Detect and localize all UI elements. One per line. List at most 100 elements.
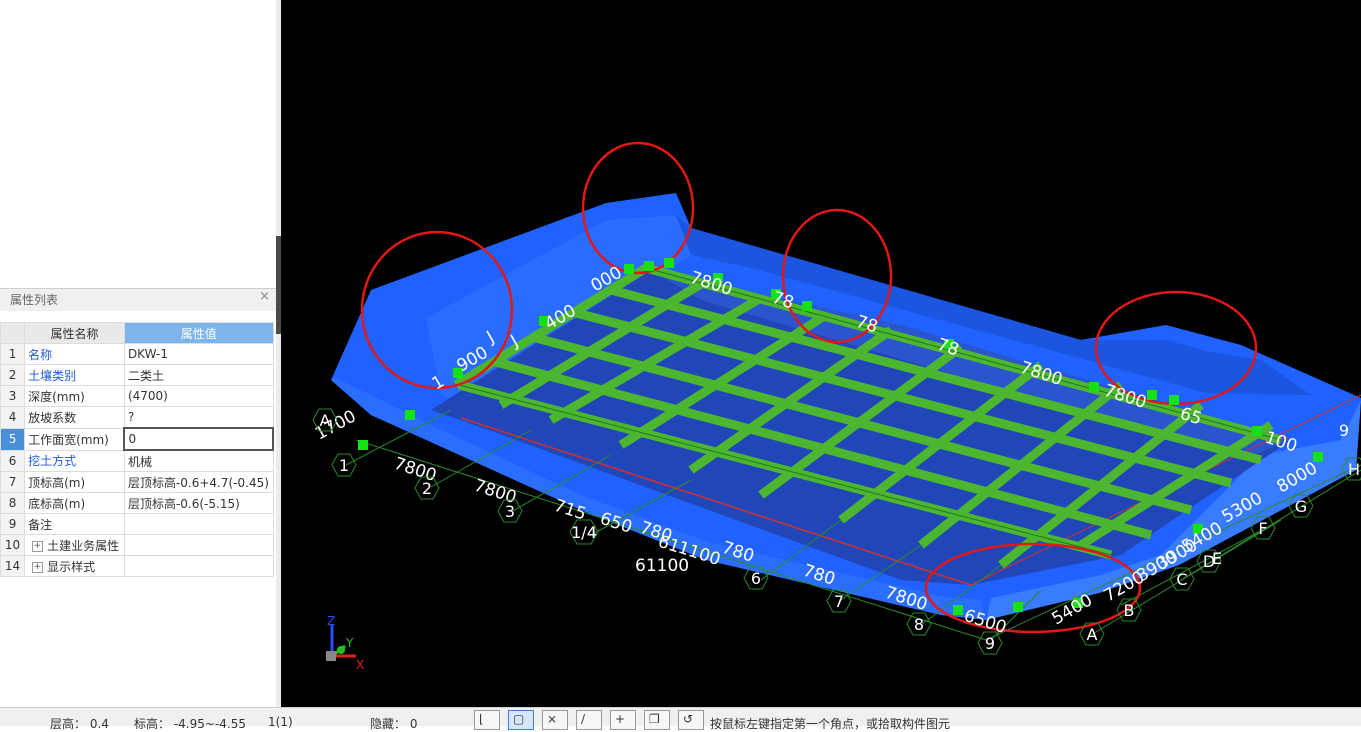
property-name-text: 工作面宽(mm) — [28, 432, 109, 447]
axis-bubble: E — [1212, 549, 1222, 568]
property-name-text: 显示样式 — [47, 559, 96, 574]
axis-bubble: C — [1169, 567, 1195, 591]
svg-text:9: 9 — [1339, 421, 1349, 440]
svg-text:1: 1 — [339, 456, 349, 475]
command-hint: 按鼠标左键指定第一个角点，或拾取构件图元 — [710, 717, 951, 731]
property-value[interactable]: 机械 — [123, 449, 274, 472]
property-name-text: 挖土方式 — [28, 454, 77, 469]
rotate-button[interactable]: ↺ — [678, 710, 704, 730]
property-panel: 属性列表 × 属性名称 属性值 1 名称 DKW-1 2 土壤类别 二类土 3 深度(mm) (… — [0, 288, 276, 708]
property-value[interactable]: 二类土 — [123, 364, 274, 386]
property-value-header: 属性值 — [123, 322, 274, 344]
property-name-text: 土建业务属性 — [47, 538, 120, 553]
elevation-readout: 标高： -4.95~-4.55 — [134, 717, 246, 731]
row-number: 1 — [0, 343, 26, 365]
add-dropdown-button[interactable]: + — [610, 710, 636, 730]
copy-icon: ❐ — [649, 712, 660, 726]
property-row[interactable]: 5 工作面宽(mm) 0 — [0, 427, 274, 451]
svg-text:2: 2 — [422, 479, 432, 498]
axis-bubble: B — [1116, 598, 1142, 622]
svg-text:B: B — [1124, 601, 1135, 620]
property-value[interactable] — [123, 534, 274, 556]
pit-3d-model[interactable]: 1700 7800 7800 715 650 780 61 1100 61100… — [281, 0, 1361, 707]
property-name-text: 顶标高(m) — [28, 475, 86, 490]
line-tool-button[interactable]: ∕ — [576, 710, 602, 730]
cross-select-icon: ⨯ — [547, 712, 558, 726]
copy-button[interactable]: ❐ — [644, 710, 670, 730]
property-name-header: 属性名称 — [24, 322, 125, 344]
expand-icon[interactable]: + — [32, 561, 44, 573]
property-panel-title: 属性列表 — [10, 293, 59, 307]
property-table-header: 属性名称 属性值 — [0, 322, 274, 344]
svg-text:E: E — [1212, 549, 1222, 568]
svg-text:G: G — [1295, 497, 1307, 516]
box-select-icon: ▢ — [513, 712, 525, 726]
y-axis-label: Y — [345, 636, 354, 650]
svg-text:F: F — [1258, 519, 1267, 538]
property-value[interactable]: 层顶标高-0.6+4.7(-0.45) — [123, 471, 274, 493]
svg-text:8: 8 — [914, 615, 924, 634]
property-row[interactable]: 6 挖土方式 机械 — [0, 449, 274, 472]
property-value[interactable]: ? — [123, 406, 274, 429]
z-axis-label: Z — [327, 614, 335, 628]
property-name: 土壤类别 — [24, 364, 125, 386]
property-row[interactable]: 3 深度(mm) (4700) — [0, 385, 274, 407]
hidden-count-readout: 隐藏： 0 — [370, 717, 418, 731]
3d-viewport[interactable]: 1700 7800 7800 715 650 780 61 1100 61100… — [281, 0, 1361, 707]
property-name: 深度(mm) — [24, 385, 125, 407]
property-name: 顶标高(m) — [24, 471, 125, 493]
axis-bubble: 9 — [1339, 421, 1349, 440]
property-value[interactable]: DKW-1 — [123, 343, 274, 365]
axis-bubble: 7 — [826, 589, 852, 613]
property-row[interactable]: 8 底标高(m) 层顶标高-0.6(-5.15) — [0, 492, 274, 514]
row-number: 9 — [0, 513, 26, 535]
property-name-text: 备注 — [28, 517, 53, 532]
property-table: 属性名称 属性值 1 名称 DKW-1 2 土壤类别 二类土 3 深度(mm) (4700) 4 放… — [0, 322, 274, 577]
property-row[interactable]: 10 + 土建业务属性 — [0, 534, 274, 556]
property-value[interactable]: 层顶标高-0.6(-5.15) — [123, 492, 274, 514]
axis-bubble: 1 — [331, 453, 357, 477]
orientation-gizmo[interactable]: Z Y X — [326, 614, 364, 672]
add-dropdown-icon: + — [615, 712, 626, 726]
x-axis-label: X — [356, 658, 364, 672]
row-number-header — [0, 322, 26, 344]
row-number: 4 — [0, 406, 26, 429]
row-number: 8 — [0, 492, 26, 514]
svg-text:A: A — [1087, 625, 1098, 644]
property-row[interactable]: 9 备注 — [0, 513, 274, 535]
property-value[interactable] — [123, 513, 274, 535]
property-row[interactable]: 1 名称 DKW-1 — [0, 343, 274, 365]
svg-text:7: 7 — [834, 592, 844, 611]
close-icon[interactable]: × — [259, 286, 270, 308]
property-row[interactable]: 7 顶标高(m) 层顶标高-0.6+4.7(-0.45) — [0, 471, 274, 493]
line-tool-icon: ∕ — [581, 712, 586, 726]
property-value[interactable] — [123, 555, 274, 577]
row-number: 10 — [0, 534, 26, 556]
drawing-tree-panel — [0, 0, 277, 284]
property-value[interactable]: (4700) — [123, 385, 274, 407]
cross-select-button[interactable]: ⨯ — [542, 710, 568, 730]
select-corner-icon: ⌊ — [479, 712, 484, 726]
box-select-button[interactable]: ▢ — [508, 710, 534, 730]
property-row[interactable]: 2 土壤类别 二类土 — [0, 364, 274, 386]
property-name: 名称 — [24, 343, 125, 365]
row-number: 14 — [0, 555, 26, 577]
row-number: 5 — [0, 427, 26, 451]
property-row[interactable]: 14 + 显示样式 — [0, 555, 274, 577]
property-name: 挖土方式 — [24, 449, 125, 472]
svg-text:H: H — [1348, 460, 1360, 479]
select-corner-button[interactable]: ⌊ — [474, 710, 500, 730]
property-panel-header: 属性列表 × — [0, 289, 276, 311]
property-value[interactable]: 0 — [123, 427, 274, 451]
svg-text:A: A — [320, 411, 331, 430]
svg-text:9: 9 — [985, 634, 995, 653]
svg-text:6: 6 — [751, 569, 761, 588]
svg-text:C: C — [1176, 570, 1187, 589]
expand-icon[interactable]: + — [32, 540, 44, 552]
floor-height-readout: 层高： 0.4 — [50, 717, 109, 731]
row-number: 7 — [0, 471, 26, 493]
property-name: 工作面宽(mm) — [24, 427, 125, 451]
property-row[interactable]: 4 放坡系数? — [0, 406, 274, 429]
page-readout: 1(1) — [268, 715, 293, 729]
property-name-text: 深度(mm) — [28, 389, 85, 404]
